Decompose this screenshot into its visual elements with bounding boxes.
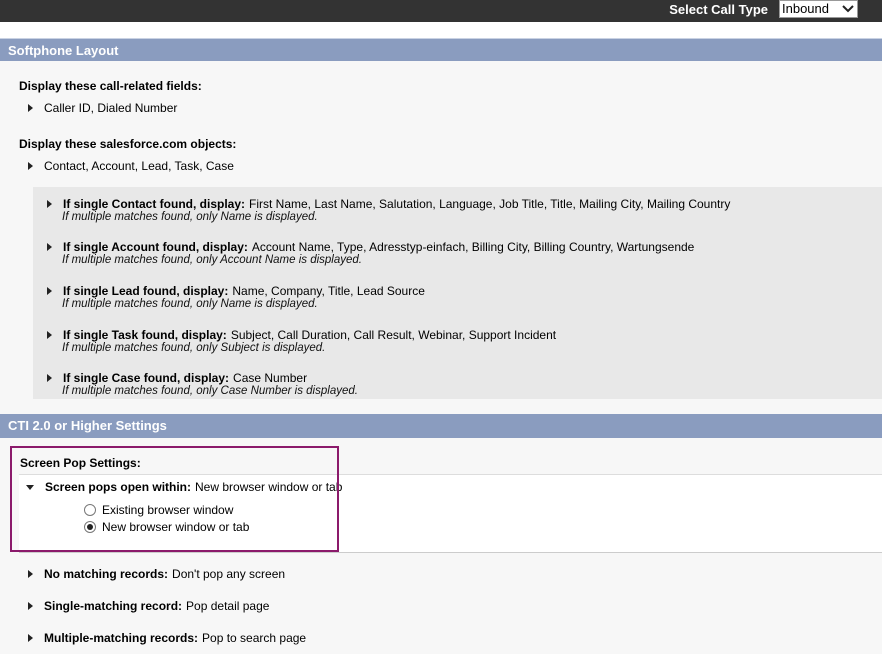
expand-arrow-icon[interactable]	[47, 200, 52, 208]
expand-arrow-icon[interactable]	[28, 634, 33, 642]
object-note: If multiple matches found, only Case Num…	[62, 385, 358, 397]
objects-label: Display these salesforce.com objects:	[19, 137, 237, 151]
object-note: If multiple matches found, only Name is …	[62, 298, 318, 310]
object-title: If single Case found, display:	[63, 371, 230, 385]
rule-label: Single-matching record:	[44, 599, 183, 613]
object-title: If single Task found, display:	[63, 328, 227, 342]
expand-arrow-icon[interactable]	[28, 104, 33, 112]
screen-pop-highlight-box	[10, 446, 339, 552]
call-type-value: Inbound	[782, 1, 829, 16]
object-fields: First Name, Last Name, Salutation, Langu…	[249, 197, 731, 211]
object-lead: If single Lead found, display: Name, Comp…	[47, 284, 425, 310]
rule-value: Pop detail page	[186, 599, 270, 613]
object-fields: Name, Company, Title, Lead Source	[232, 284, 425, 298]
top-bar: Select Call Type Inbound	[0, 0, 882, 22]
object-note: If multiple matches found, only Subject …	[62, 342, 326, 354]
chevron-down-icon	[842, 5, 854, 13]
object-title: If single Account found, display:	[63, 240, 248, 254]
object-fields: Case Number	[233, 371, 308, 385]
object-account: If single Account found, display: Account…	[47, 240, 694, 266]
expand-arrow-icon[interactable]	[28, 570, 33, 578]
expand-arrow-icon[interactable]	[47, 287, 52, 295]
objects-detail-panel: If single Contact found, display: First N…	[33, 187, 882, 399]
objects-value: Contact, Account, Lead, Task, Case	[44, 159, 234, 173]
select-call-type-label: Select Call Type	[669, 2, 768, 17]
objects-row[interactable]: Contact, Account, Lead, Task, Case	[28, 159, 234, 173]
rule-label: No matching records:	[44, 567, 169, 581]
call-fields-row[interactable]: Caller ID, Dialed Number	[28, 101, 177, 115]
expand-arrow-icon[interactable]	[28, 602, 33, 610]
call-type-select[interactable]: Inbound	[779, 0, 858, 18]
softphone-layout-header: Softphone Layout	[0, 38, 882, 61]
object-contact: If single Contact found, display: First N…	[47, 197, 730, 223]
rule-no-matching[interactable]: No matching records: Don't pop any scree…	[28, 567, 285, 581]
call-fields-value: Caller ID, Dialed Number	[44, 101, 178, 115]
rule-multiple-matching[interactable]: Multiple-matching records: Pop to search…	[28, 631, 306, 645]
object-note: If multiple matches found, only Account …	[62, 254, 362, 266]
object-fields: Subject, Call Duration, Call Result, Web…	[230, 328, 557, 342]
object-task: If single Task found, display: Subject, C…	[47, 328, 556, 354]
call-fields-label: Display these call-related fields:	[19, 79, 202, 93]
object-title: If single Lead found, display:	[63, 284, 229, 298]
expand-arrow-icon[interactable]	[47, 374, 52, 382]
expand-arrow-icon[interactable]	[28, 162, 33, 170]
rule-label: Multiple-matching records:	[44, 631, 199, 645]
object-note: If multiple matches found, only Name is …	[62, 211, 318, 223]
expand-arrow-icon[interactable]	[47, 243, 52, 251]
rule-value: Pop to search page	[202, 631, 307, 645]
object-fields: Account Name, Type, Adresstyp-einfach, B…	[251, 240, 695, 254]
expand-arrow-icon[interactable]	[47, 331, 52, 339]
object-title: If single Contact found, display:	[63, 197, 246, 211]
rule-value: Don't pop any screen	[172, 567, 286, 581]
rule-single-matching[interactable]: Single-matching record: Pop detail page	[28, 599, 269, 613]
cti-settings-header: CTI 2.0 or Higher Settings	[0, 414, 882, 438]
object-case: If single Case found, display: Case Numbe…	[47, 371, 358, 397]
